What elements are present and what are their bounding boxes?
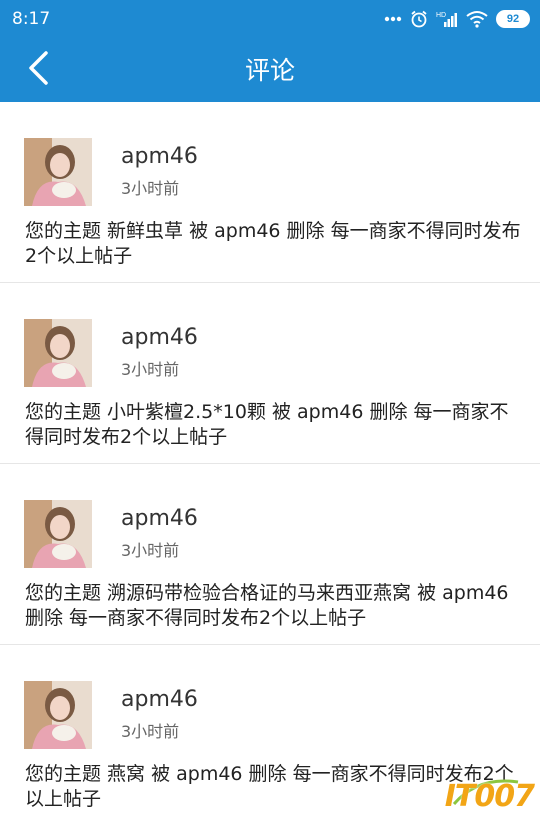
watermark-text: IT007 [444,779,535,814]
comment-username: apm46 [121,325,198,350]
watermark-logo: IT007 [444,774,536,818]
avatar[interactable] [24,500,92,568]
comment-username: apm46 [121,687,198,712]
comment-list: apm46 3小时前 您的主题 新鲜虫草 被 apm46 删除 每一商家不得同时… [0,102,540,824]
comment-time: 3小时前 [121,179,180,198]
title-bar: 评论 [0,38,540,102]
comment-username: apm46 [121,506,198,531]
comments-screen: 8:17 HD 92 评论 apm46 3小时前 您的主题 新鲜虫草 被 apm… [0,0,540,824]
network-label: HD [436,12,446,19]
wifi-icon [466,10,488,28]
alarm-icon [410,10,428,28]
battery-icon: 92 [496,10,530,28]
list-item[interactable]: apm46 3小时前 您的主题 溯源码带检验合格证的马来西亚燕窝 被 apm46… [0,464,540,645]
signal-icon: HD [436,10,458,28]
avatar[interactable] [24,319,92,387]
avatar[interactable] [24,681,92,749]
comment-message: 您的主题 新鲜虫草 被 apm46 删除 每一商家不得同时发布2个以上帖子 [25,220,521,267]
list-item[interactable]: apm46 3小时前 您的主题 新鲜虫草 被 apm46 删除 每一商家不得同时… [0,102,540,283]
avatar[interactable] [24,138,92,206]
status-bar: 8:17 HD 92 [0,0,540,38]
comment-username: apm46 [121,144,198,169]
dots-icon [384,16,402,22]
comment-time: 3小时前 [121,541,180,560]
comment-time: 3小时前 [121,722,180,741]
status-icons: HD 92 [384,8,530,30]
comment-time: 3小时前 [121,360,180,379]
comment-message: 您的主题 小叶紫檀2.5*10颗 被 apm46 删除 每一商家不得同时发布2个… [25,401,509,448]
comment-message: 您的主题 溯源码带检验合格证的马来西亚燕窝 被 apm46 删除 每一商家不得同… [25,582,509,629]
page-title: 评论 [244,56,295,85]
status-time: 8:17 [12,9,51,29]
list-item[interactable]: apm46 3小时前 您的主题 小叶紫檀2.5*10颗 被 apm46 删除 每… [0,283,540,464]
